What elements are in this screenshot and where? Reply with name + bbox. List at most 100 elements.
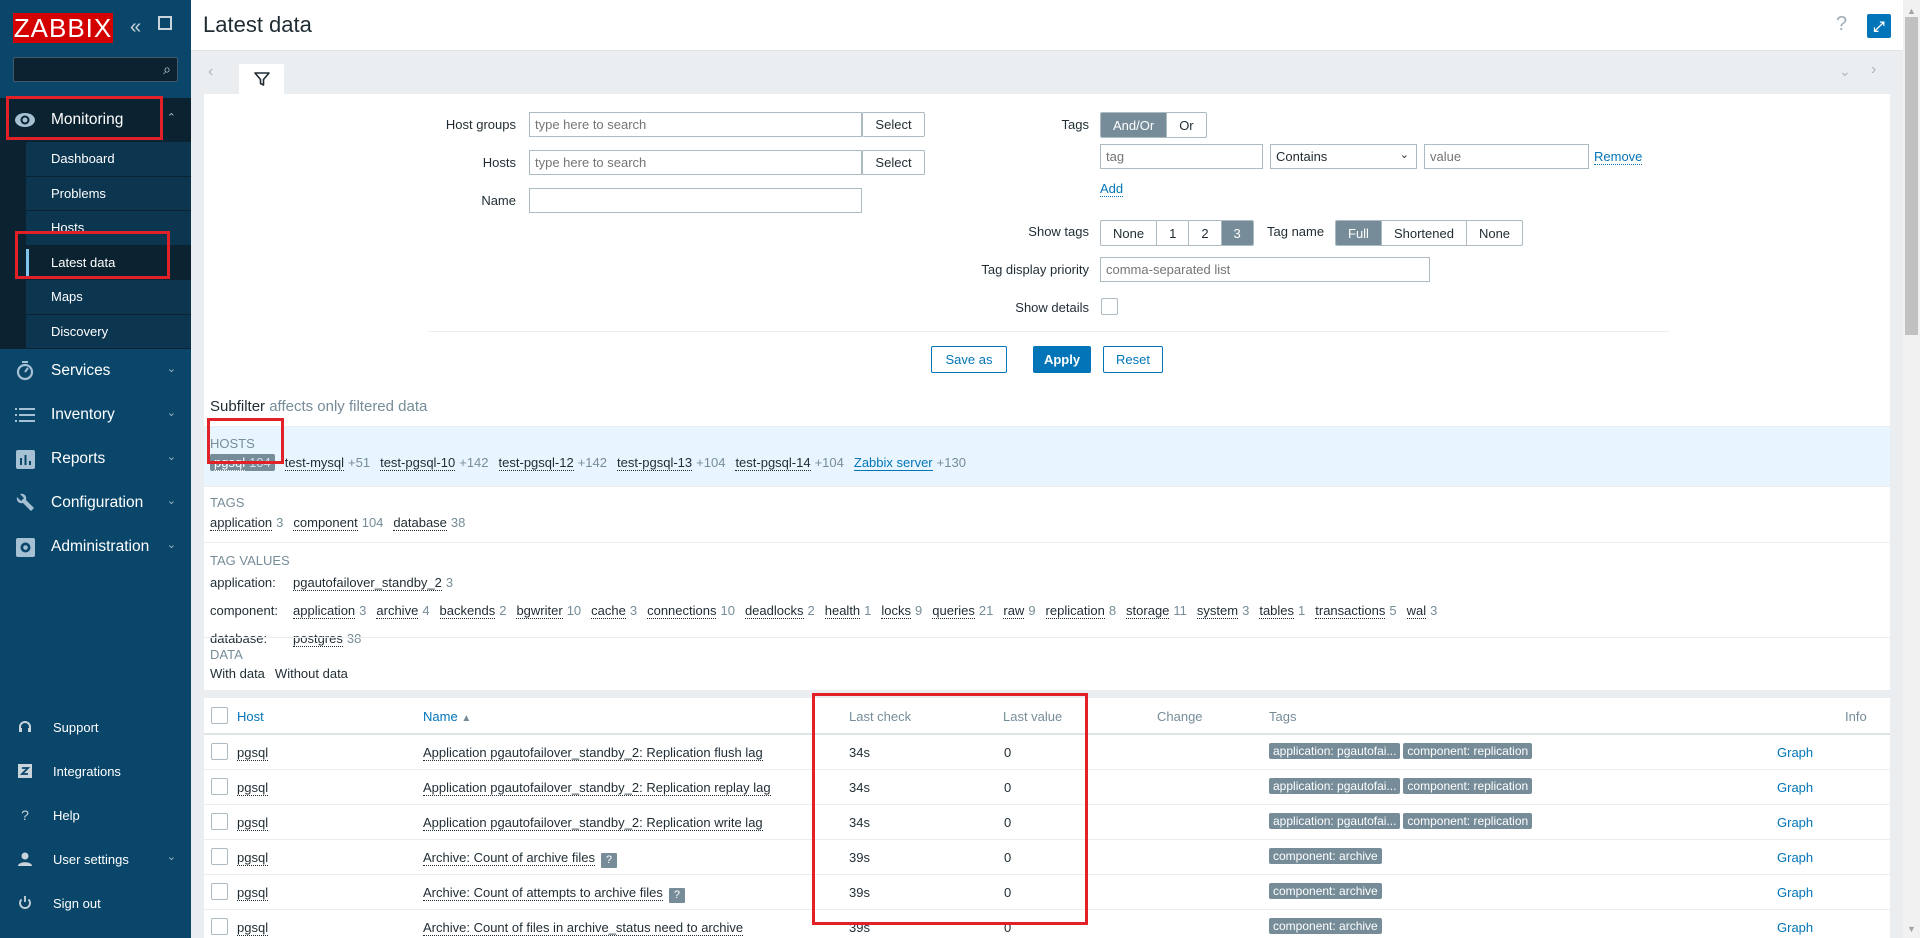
submenu-maps[interactable]: Maps <box>26 280 191 315</box>
subfilter-item[interactable]: test-pgsql-14 +104 <box>735 455 844 471</box>
item-name-link[interactable]: Application pgautofailover_standby_2: Re… <box>423 815 763 831</box>
description-hint-icon[interactable]: ? <box>668 888 685 903</box>
kiosk-mode-icon[interactable] <box>158 16 172 30</box>
subfilter-item[interactable]: raw 9 <box>1003 603 1036 619</box>
without-data-option[interactable]: Without data <box>275 666 348 681</box>
select-all-checkbox[interactable] <box>211 707 228 724</box>
item-tag[interactable]: application: pgautofai... <box>1269 778 1401 794</box>
subfilter-item[interactable]: test-pgsql-10 +142 <box>380 455 489 471</box>
row-graph-link[interactable]: Graph <box>1777 920 1813 935</box>
subfilter-item[interactable]: replication 8 <box>1045 603 1116 619</box>
item-name-link[interactable]: Application pgautofailover_standby_2: Re… <box>423 745 763 761</box>
tag-name-full[interactable]: Full <box>1336 221 1382 245</box>
submenu-latest-data[interactable]: Latest data <box>26 245 191 280</box>
graph-link[interactable]: Graph <box>1777 780 1813 795</box>
row-host[interactable]: pgsql <box>237 815 269 831</box>
graph-link[interactable]: Graph <box>1777 745 1813 760</box>
hosts-select-button[interactable]: Select <box>862 150 925 175</box>
item-name-link[interactable]: Archive: Count of attempts to archive fi… <box>423 885 663 901</box>
show-tags-none[interactable]: None <box>1101 221 1158 245</box>
subfilter-item[interactable]: queries 21 <box>932 603 993 619</box>
show-tags-1[interactable]: 1 <box>1157 221 1190 245</box>
host-link[interactable]: pgsql <box>237 885 269 901</box>
subfilter-item[interactable]: application 3 <box>293 603 366 619</box>
host-link[interactable]: pgsql <box>237 920 269 936</box>
apply-button[interactable]: Apply <box>1033 346 1091 373</box>
row-host[interactable]: pgsql <box>237 920 269 936</box>
item-tag[interactable]: component: archive <box>1269 848 1382 864</box>
tag-name-shortened[interactable]: Shortened <box>1382 221 1467 245</box>
menu-support[interactable]: Support <box>0 705 191 749</box>
menu-integrations[interactable]: Integrations <box>0 749 191 793</box>
item-tag[interactable]: component: replication <box>1403 743 1533 759</box>
subfilter-item[interactable]: deadlocks 2 <box>744 603 815 619</box>
tag-name-none[interactable]: None <box>1467 221 1522 245</box>
item-name-link[interactable]: Archive: Count of files in archive_statu… <box>423 920 744 936</box>
menu-monitoring[interactable]: Monitoring ⌃ <box>0 98 191 142</box>
scroll-thumb[interactable] <box>1905 17 1918 335</box>
hosts-input[interactable] <box>529 150 862 175</box>
zabbix-logo[interactable]: ZABBIX <box>13 13 113 43</box>
subfilter-item[interactable]: pgsql 104 <box>210 454 275 471</box>
row-checkbox[interactable] <box>211 918 228 935</box>
menu-administration[interactable]: Administration ⌄ <box>0 525 191 569</box>
show-tags-2[interactable]: 2 <box>1189 221 1222 245</box>
subfilter-item[interactable]: backends 2 <box>439 603 506 619</box>
scroll-down-icon[interactable]: ▼ <box>1907 924 1916 934</box>
submenu-hosts[interactable]: Hosts <box>26 211 191 246</box>
help-icon[interactable]: ? <box>1836 13 1847 36</box>
reset-button[interactable]: Reset <box>1103 346 1163 373</box>
subfilter-item[interactable]: database 38 <box>393 515 465 531</box>
column-name[interactable]: Name ▲ <box>423 709 471 724</box>
row-graph-link[interactable]: Graph <box>1777 745 1813 760</box>
submenu-discovery[interactable]: Discovery <box>26 314 191 349</box>
item-tag[interactable]: component: replication <box>1403 813 1533 829</box>
menu-user-settings[interactable]: User settings ⌄ <box>0 837 191 881</box>
item-tag[interactable]: application: pgautofai... <box>1269 743 1401 759</box>
item-name-link[interactable]: Application pgautofailover_standby_2: Re… <box>423 780 771 796</box>
tag-name-input[interactable] <box>1100 144 1263 169</box>
tags-andor-option[interactable]: And/Or <box>1101 113 1168 137</box>
subfilter-item[interactable]: transactions 5 <box>1315 603 1397 619</box>
host-groups-select-button[interactable]: Select <box>862 112 925 137</box>
row-graph-link[interactable]: Graph <box>1777 850 1813 865</box>
subfilter-item[interactable]: bgwriter 10 <box>516 603 581 619</box>
subfilter-item[interactable]: connections 10 <box>647 603 735 619</box>
tag-priority-input[interactable] <box>1100 257 1430 282</box>
row-graph-link[interactable]: Graph <box>1777 885 1813 900</box>
host-groups-input[interactable] <box>529 112 862 137</box>
item-name-link[interactable]: Archive: Count of archive files <box>423 850 595 866</box>
graph-link[interactable]: Graph <box>1777 920 1813 935</box>
menu-sign-out[interactable]: Sign out <box>0 881 191 925</box>
tag-condition-select[interactable]: Contains ⌄ <box>1270 144 1417 169</box>
host-link[interactable]: pgsql <box>237 780 269 796</box>
row-checkbox[interactable] <box>211 883 228 900</box>
remove-tag-link[interactable]: Remove <box>1594 149 1643 165</box>
host-link[interactable]: pgsql <box>237 745 269 761</box>
row-graph-link[interactable]: Graph <box>1777 780 1813 795</box>
collapse-sidebar-icon[interactable]: « <box>130 14 141 40</box>
subfilter-item[interactable]: test-pgsql-12 +142 <box>498 455 607 471</box>
menu-help[interactable]: ? Help <box>0 793 191 837</box>
tag-value-input[interactable] <box>1424 144 1589 169</box>
row-checkbox[interactable] <box>211 813 228 830</box>
fullscreen-button[interactable]: ⤢ <box>1867 14 1891 38</box>
name-input[interactable] <box>529 188 862 213</box>
tab-filter[interactable] <box>239 64 284 94</box>
menu-configuration[interactable]: Configuration ⌄ <box>0 481 191 525</box>
graph-link[interactable]: Graph <box>1777 850 1813 865</box>
item-tag[interactable]: component: archive <box>1269 918 1382 934</box>
subfilter-item[interactable]: tables 1 <box>1259 603 1305 619</box>
graph-link[interactable]: Graph <box>1777 815 1813 830</box>
subfilter-item[interactable]: wal 3 <box>1406 603 1437 619</box>
save-as-button[interactable]: Save as <box>931 346 1007 373</box>
host-link[interactable]: pgsql <box>237 815 269 831</box>
tags-or-option[interactable]: Or <box>1167 113 1205 137</box>
item-tag[interactable]: component: replication <box>1403 778 1533 794</box>
item-tag[interactable]: component: archive <box>1269 883 1382 899</box>
row-checkbox[interactable] <box>211 778 228 795</box>
submenu-problems[interactable]: Problems <box>26 176 191 211</box>
subfilter-item[interactable]: application 3 <box>210 515 283 531</box>
subfilter-item[interactable]: pgautofailover_standby_2 3 <box>293 575 453 591</box>
subfilter-item[interactable]: test-pgsql-13 +104 <box>616 455 725 471</box>
